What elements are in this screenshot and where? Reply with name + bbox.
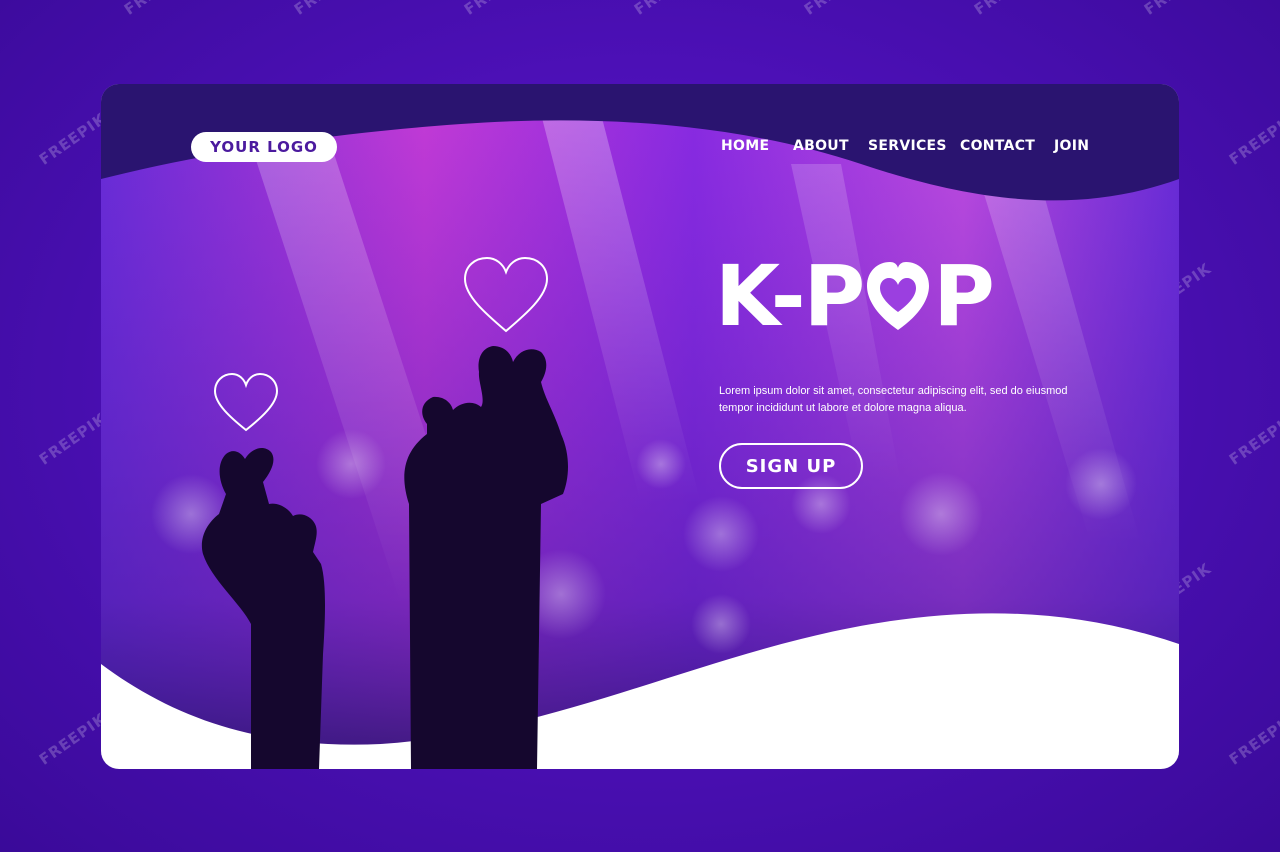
landing-page-card: YOUR LOGO HOME ABOUT SERVICES CONTACT JO…: [101, 84, 1179, 769]
watermark-text: FREEPIK: [291, 0, 365, 19]
watermark-text: FREEPIK: [1225, 709, 1280, 769]
watermark-text: FREEPIK: [35, 409, 110, 469]
heart-letter-o-icon: [865, 256, 931, 336]
watermark-text: FREEPIK: [1225, 409, 1280, 469]
hero-title: K-P P: [715, 247, 995, 345]
watermark-text: FREEPIK: [801, 0, 875, 19]
watermark-text: FREEPIK: [121, 0, 195, 19]
hero-description: Lorem ipsum dolor sit amet, consectetur …: [719, 385, 1068, 414]
watermark-text: FREEPIK: [1225, 109, 1280, 169]
watermark-text: FREEPIK: [461, 0, 535, 19]
watermark-text: FREEPIK: [35, 709, 110, 769]
nav-join[interactable]: JOIN: [1054, 138, 1089, 154]
watermark-text: FREEPIK: [631, 0, 705, 19]
hero-title-left: K-P: [715, 247, 865, 345]
nav-home[interactable]: HOME: [721, 138, 769, 154]
nav-about[interactable]: ABOUT: [793, 138, 849, 154]
watermark-text: FREEPIK: [1141, 0, 1215, 19]
hero-title-right: P: [933, 247, 995, 345]
nav-contact[interactable]: CONTACT: [960, 138, 1035, 154]
watermark-text: FREEPIK: [0, 0, 24, 19]
sign-up-button[interactable]: SIGN UP: [719, 443, 863, 489]
watermark-text: FREEPIK: [971, 0, 1045, 19]
watermark-text: FREEPIK: [35, 109, 110, 169]
logo-button[interactable]: YOUR LOGO: [191, 132, 337, 162]
hero-background: [101, 84, 1179, 769]
nav-services[interactable]: SERVICES: [868, 138, 947, 154]
